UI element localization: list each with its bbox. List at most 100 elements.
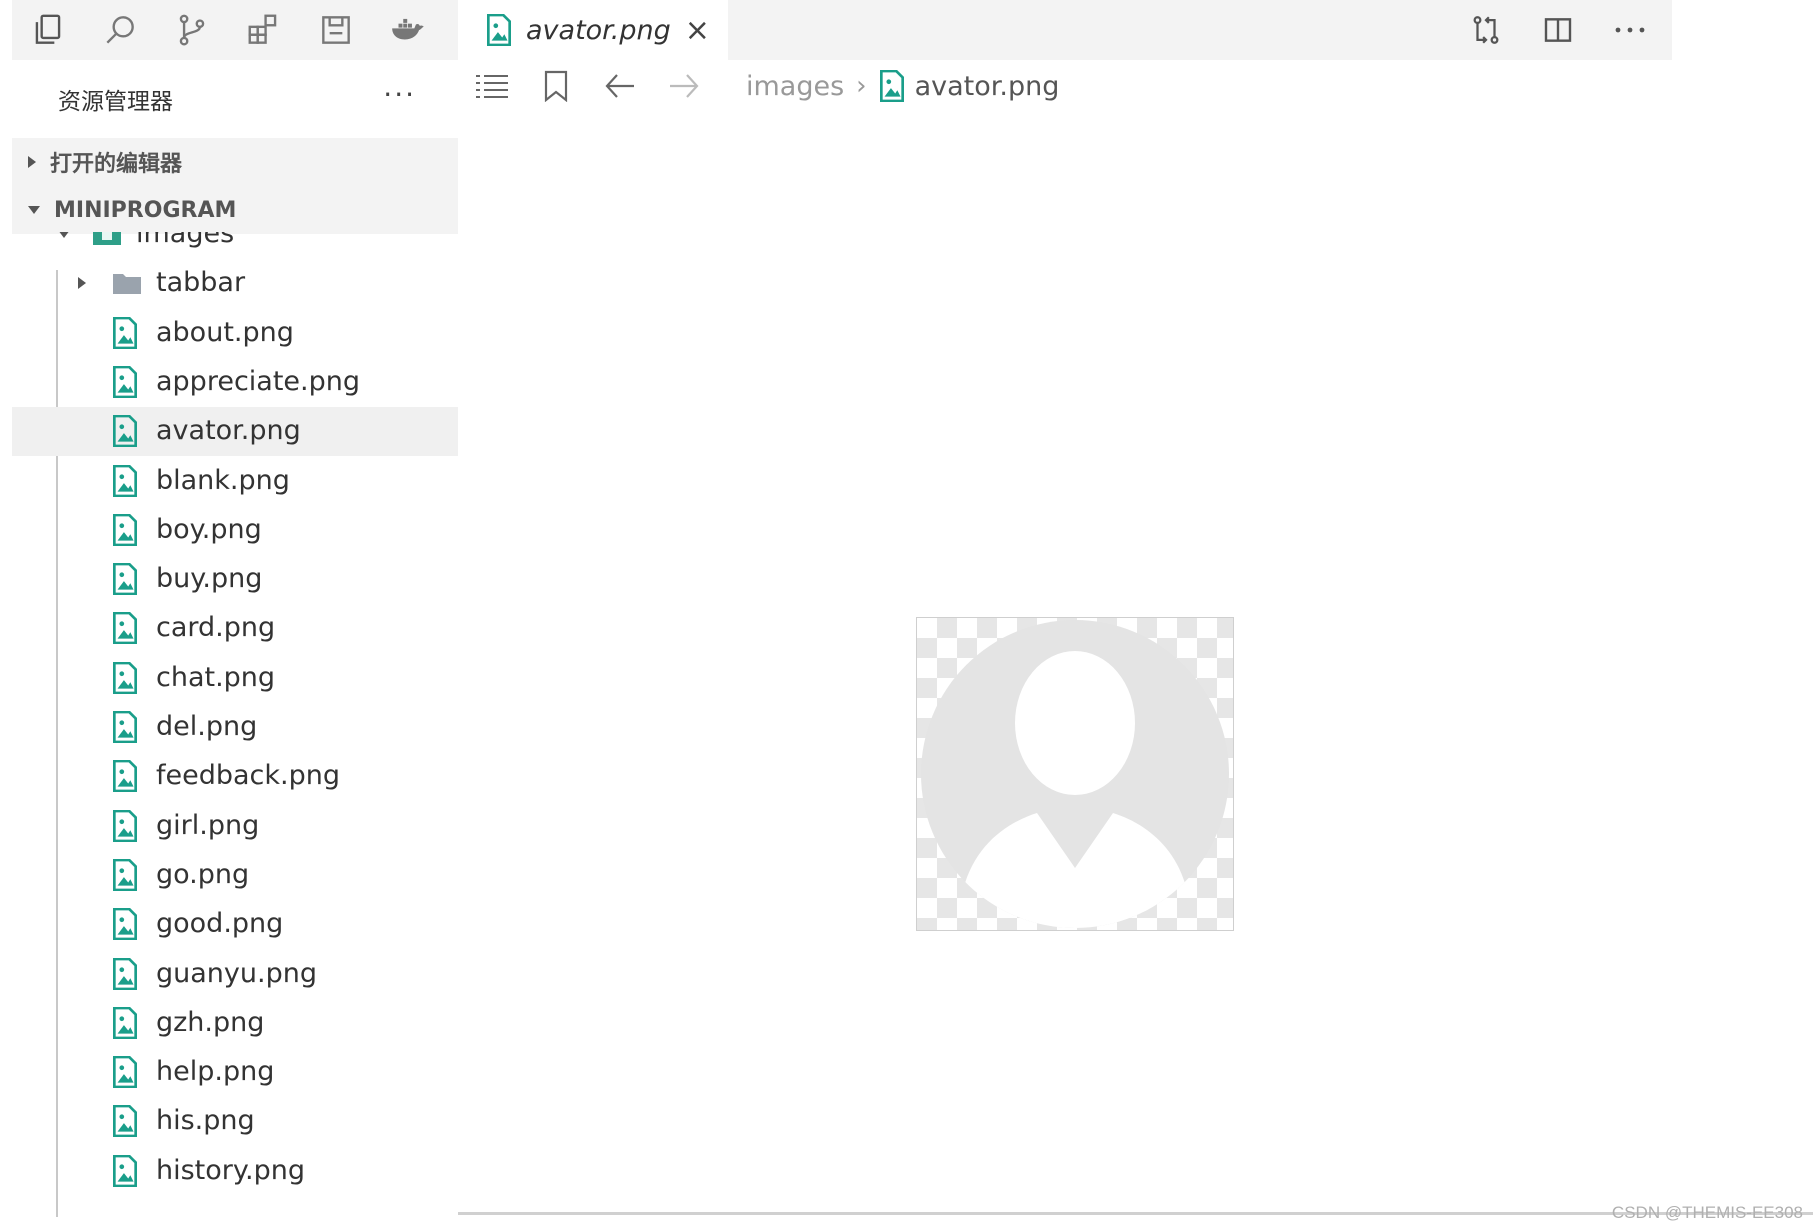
breadcrumb-bar: images › avator.png: [458, 60, 1672, 112]
file-item[interactable]: good.png: [12, 900, 458, 949]
image-file-icon: [487, 14, 511, 46]
tree-item-label: boy.png: [156, 513, 262, 545]
image-file-icon: [112, 1006, 138, 1040]
folder-item[interactable]: images: [12, 232, 458, 259]
file-item[interactable]: chat.png: [12, 654, 458, 703]
files-icon[interactable]: [12, 0, 84, 60]
tree-item-label: good.png: [156, 908, 284, 940]
file-item[interactable]: del.png: [12, 703, 458, 752]
image-file-icon: [879, 70, 904, 102]
workspace-section[interactable]: MINIPROGRAM: [12, 186, 458, 234]
watermark: CSDN @THEMIS-EE308: [1611, 1203, 1803, 1222]
editor-bottom-border: [458, 1212, 1813, 1215]
list-icon[interactable]: [470, 66, 514, 106]
tree-item-label: buy.png: [156, 563, 263, 595]
image-file-icon: [112, 957, 138, 990]
image-file-icon: [112, 907, 138, 941]
source-control-icon[interactable]: [156, 0, 228, 60]
avatar-silhouette-icon: [921, 620, 1229, 928]
file-item[interactable]: about.png: [12, 309, 458, 358]
more-actions-icon[interactable]: [1610, 10, 1650, 50]
file-item[interactable]: girl.png: [12, 802, 458, 851]
tree-item-label: chat.png: [156, 661, 276, 693]
tree-item-label: go.png: [156, 858, 250, 890]
tab-strip: avator.png ×: [458, 0, 1672, 60]
save-icon[interactable]: [300, 0, 372, 60]
tree-item-label: avator.png: [156, 415, 301, 447]
open-editors-label: 打开的编辑器: [50, 152, 183, 177]
chevron-down-icon: [58, 232, 70, 238]
chevron-right-icon: [28, 156, 36, 168]
tree-item-label: feedback.png: [156, 760, 341, 792]
tree-item-label: tabbar: [156, 267, 246, 299]
image-file-icon: [112, 316, 138, 349]
image-file-icon: [112, 1154, 138, 1187]
file-item[interactable]: his.png: [12, 1097, 458, 1146]
image-file-icon: [112, 414, 138, 448]
file-item[interactable]: help.png: [12, 1048, 458, 1097]
file-tree: images tabbar about.png appreciate.png avato…: [12, 232, 458, 1217]
chevron-right-icon: [78, 277, 86, 290]
image-file-icon: [112, 562, 138, 596]
file-item[interactable]: avator.png: [12, 407, 458, 457]
forward-arrow-icon[interactable]: [662, 66, 706, 106]
compare-icon[interactable]: [1466, 10, 1506, 50]
image-file-icon: [112, 809, 138, 842]
activity-bar: [12, 0, 458, 60]
bookmark-icon[interactable]: [534, 66, 578, 106]
breadcrumb-file[interactable]: avator.png: [915, 71, 1060, 102]
extensions-icon[interactable]: [228, 0, 300, 60]
explorer-more-icon[interactable]: ···: [383, 78, 416, 111]
image-file-icon: [112, 513, 138, 547]
open-editors-section[interactable]: 打开的编辑器: [12, 138, 458, 186]
folder-item[interactable]: tabbar: [12, 259, 458, 308]
file-item[interactable]: guanyu.png: [12, 950, 458, 999]
image-file-icon: [112, 1055, 138, 1089]
image-file-icon: [112, 760, 138, 793]
image-file-icon: [112, 710, 138, 744]
image-folder-icon: [92, 232, 121, 254]
breadcrumb-folder[interactable]: images: [746, 71, 844, 102]
search-icon[interactable]: [84, 0, 156, 60]
image-file-icon: [112, 661, 138, 694]
tree-item-label: help.png: [156, 1056, 275, 1088]
docker-icon[interactable]: [372, 0, 444, 60]
tree-item-label: gzh.png: [156, 1006, 265, 1038]
file-item[interactable]: gzh.png: [12, 999, 458, 1048]
file-item[interactable]: card.png: [12, 604, 458, 653]
split-editor-icon[interactable]: [1538, 10, 1578, 50]
image-file-icon: [112, 858, 138, 892]
file-item[interactable]: boy.png: [12, 506, 458, 555]
back-arrow-icon[interactable]: [598, 66, 642, 106]
tree-item-label: history.png: [156, 1154, 305, 1186]
tree-item-label: guanyu.png: [156, 957, 317, 989]
explorer-header: 资源管理器 ···: [12, 60, 458, 138]
file-item[interactable]: buy.png: [12, 555, 458, 604]
image-preview-area: [458, 112, 1813, 1212]
file-item[interactable]: blank.png: [12, 457, 458, 506]
breadcrumb-separator: ›: [856, 71, 867, 101]
tree-item-label: his.png: [156, 1105, 255, 1137]
file-item[interactable]: appreciate.png: [12, 358, 458, 407]
close-icon[interactable]: ×: [685, 13, 710, 48]
tab-avator-png[interactable]: avator.png ×: [458, 0, 728, 60]
image-file-icon: [112, 464, 138, 497]
folder-icon: [112, 271, 141, 303]
image-file-icon: [112, 365, 138, 399]
tree-item-label: del.png: [156, 711, 258, 742]
avatar-preview-image: [916, 617, 1234, 931]
tab-label: avator.png: [526, 14, 671, 46]
tree-item-label: card.png: [156, 612, 276, 644]
explorer-title: 资源管理器: [58, 89, 173, 115]
chevron-down-icon: [28, 206, 40, 214]
image-file-icon: [112, 612, 138, 645]
tree-item-label: about.png: [156, 316, 294, 348]
tree-item-label: blank.png: [156, 464, 290, 496]
workspace-label: MINIPROGRAM: [54, 197, 237, 223]
file-item[interactable]: history.png: [12, 1147, 458, 1196]
file-item[interactable]: feedback.png: [12, 752, 458, 801]
file-item[interactable]: go.png: [12, 851, 458, 900]
tree-item-label: girl.png: [156, 809, 260, 841]
image-file-icon: [112, 1105, 138, 1138]
tree-item-label: images: [136, 232, 235, 249]
